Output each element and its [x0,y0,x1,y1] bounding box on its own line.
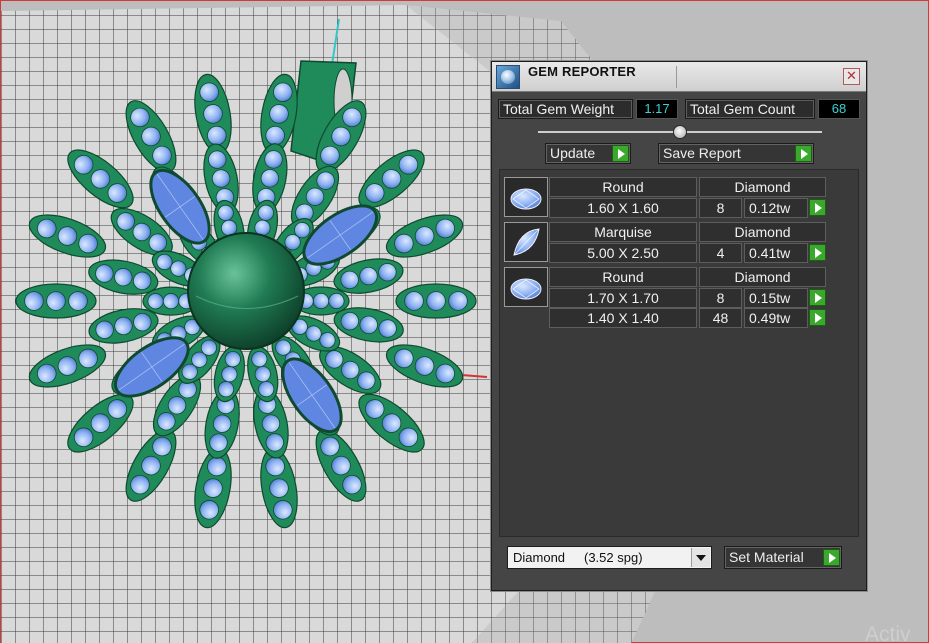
material-selected: Diamond [513,550,566,565]
play-arrow-icon[interactable] [823,549,840,566]
gem-count: 48 [699,308,742,328]
gem-reporter-app-icon [496,65,520,89]
gem-size: 1.40 X 1.40 [549,308,697,328]
total-gem-weight-value: 1.17 [636,99,678,119]
window-title: GEM REPORTER [528,64,636,79]
play-arrow-icon[interactable] [809,199,826,216]
outer-petal [15,283,97,319]
round-stone [404,291,424,311]
gem-material: Diamond [699,267,826,287]
round-stone [147,293,164,310]
gem-reporter-window: GEM REPORTER ✕ Total Gem Weight 1.17 Tot… [491,61,867,591]
round-gem-icon [510,188,542,210]
material-dropdown[interactable]: Diamond (3.52 spg) [507,546,712,569]
gem-weight: 0.41tw [744,243,808,263]
update-button[interactable]: Update [545,143,631,164]
play-arrow-icon[interactable] [809,309,826,326]
close-icon[interactable]: ✕ [843,68,860,85]
gem-size: 1.70 X 1.70 [549,288,697,308]
play-arrow-icon[interactable] [809,244,826,261]
marquise-gem-icon [513,228,540,256]
update-button-label: Update [550,145,596,161]
material-spg: (3.52 spg) [584,550,643,565]
activation-watermark: Activ [865,623,911,643]
gem-size: 1.60 X 1.60 [549,198,697,218]
round-stone [312,292,330,310]
gem-count: 4 [699,243,742,263]
marquise-gem-thumbnail[interactable] [504,222,548,262]
save-report-button-label: Save Report [663,145,741,161]
round-gem-thumbnail[interactable] [504,177,548,217]
slider-handle[interactable] [673,125,687,139]
gem-weight: 0.49tw [744,308,808,328]
outer-petal [395,283,477,319]
title-divider [676,66,677,88]
round-stone [448,291,468,311]
gem-weight: 0.12tw [744,198,808,218]
gem-size: 5.00 X 2.50 [549,243,697,263]
gem-shape: Round [549,267,697,287]
round-stone [328,292,345,310]
round-stone [68,291,88,311]
round-gem-thumbnail[interactable] [504,267,548,307]
save-report-button[interactable]: Save Report [658,143,814,164]
gem-weight: 0.15tw [744,288,808,308]
set-material-button[interactable]: Set Material [724,546,842,569]
gem-count: 8 [699,198,742,218]
window-titlebar[interactable]: GEM REPORTER ✕ [492,62,866,92]
play-arrow-icon[interactable] [612,145,629,162]
center-pearl [187,232,305,350]
total-gem-count-value: 68 [818,99,860,119]
play-arrow-icon[interactable] [795,145,812,162]
gem-material: Diamond [699,222,826,242]
total-gem-weight-label: Total Gem Weight [498,99,633,119]
round-stone [426,291,446,311]
gem-shape: Round [549,177,697,197]
set-material-button-label: Set Material [729,549,804,565]
total-gem-count-label: Total Gem Count [685,99,815,119]
gem-shape: Marquise [549,222,697,242]
play-arrow-icon[interactable] [809,289,826,306]
round-stone [162,293,180,310]
chevron-down-icon[interactable] [691,548,710,567]
round-stone [24,291,44,311]
round-gem-icon [510,278,542,300]
gem-count: 8 [699,288,742,308]
gem-list: Round Diamond 1.60 X 1.60 8 0.12tw Marqu… [499,169,859,537]
round-stone [46,291,66,311]
gem-material: Diamond [699,177,826,197]
